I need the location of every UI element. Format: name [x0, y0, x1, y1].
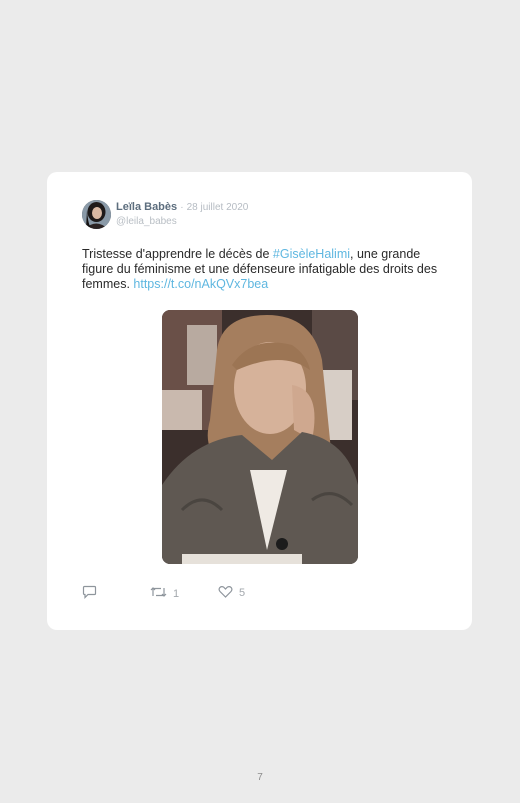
like-count: 5: [239, 587, 246, 599]
reply-button[interactable]: [82, 585, 97, 602]
tweet-text: Tristesse d'apprendre le décès de #Gisèl…: [82, 247, 442, 293]
tweet-actions: 1 5: [82, 585, 282, 601]
page-number: 7: [257, 772, 263, 783]
tweet-photo[interactable]: [162, 310, 358, 564]
hashtag-link[interactable]: #GisèleHalimi: [273, 247, 350, 261]
tweet-url-link[interactable]: https://t.co/nAkQVx7bea: [133, 277, 268, 291]
heart-icon: [218, 585, 233, 601]
retweet-icon: [150, 585, 167, 602]
retweet-count: 1: [173, 587, 180, 600]
tweet-text-start: Tristesse d'apprendre le décès de: [82, 247, 273, 261]
tweet-date[interactable]: 28 juillet 2020: [187, 202, 249, 213]
tweet-card: Leïla Babès · 28 juillet 2020 @leila_bab…: [47, 172, 472, 630]
like-button[interactable]: 5: [218, 585, 245, 601]
separator-dot: ·: [180, 202, 184, 213]
author-handle[interactable]: @leila_babes: [116, 216, 177, 227]
speech-bubble-icon: [82, 585, 97, 602]
author-line: Leïla Babès · 28 juillet 2020: [116, 201, 248, 213]
author-name[interactable]: Leïla Babès: [116, 201, 177, 213]
retweet-button[interactable]: 1: [150, 585, 179, 602]
author-avatar[interactable]: [82, 200, 111, 229]
